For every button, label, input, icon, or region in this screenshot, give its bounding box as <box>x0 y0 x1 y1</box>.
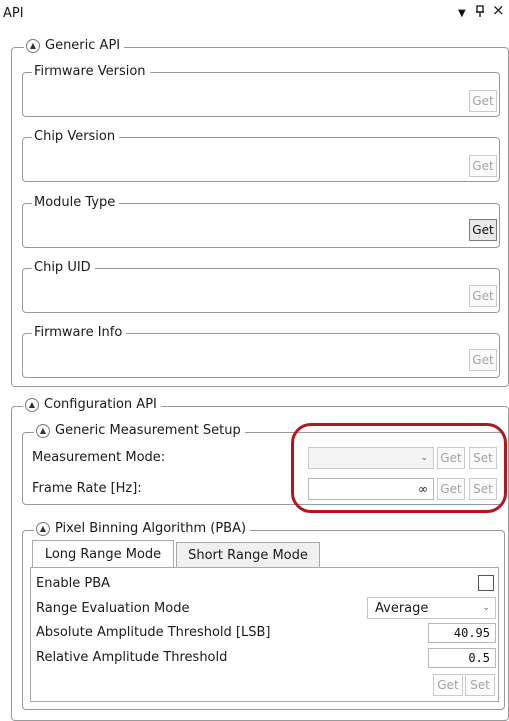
chip-version-get-button[interactable]: Get <box>469 155 497 177</box>
collapse-chevron-icon[interactable]: ▲ <box>36 423 50 438</box>
enable-pba-label: Enable PBA <box>36 576 111 591</box>
firmware-info-label: Firmware Info <box>32 325 127 340</box>
absolute-amplitude-threshold-input[interactable]: 40.95 <box>428 623 496 643</box>
highlight-annotation <box>291 423 507 513</box>
collapse-chevron-icon[interactable]: ▲ <box>36 521 50 536</box>
measurement-setup-header[interactable]: ▲ Generic Measurement Setup <box>34 423 245 438</box>
relative-amplitude-threshold-label: Relative Amplitude Threshold <box>36 650 228 665</box>
close-icon[interactable]: × <box>492 3 505 18</box>
generic-api-header[interactable]: ▲ Generic API <box>24 38 125 53</box>
collapse-chevron-icon[interactable]: ▲ <box>26 38 40 53</box>
pba-title: Pixel Binning Algorithm (PBA) <box>55 521 247 536</box>
tab-long-range-mode[interactable]: Long Range Mode <box>32 540 174 568</box>
collapse-chevron-icon[interactable]: ▲ <box>25 397 39 412</box>
measurement-mode-label: Measurement Mode: <box>32 450 166 465</box>
firmware-version-label: Firmware Version <box>32 64 150 79</box>
firmware-version-get-button[interactable]: Get <box>469 90 497 112</box>
relative-amplitude-threshold-value: 0.5 <box>468 651 490 665</box>
pane-title: API <box>3 6 24 21</box>
tab-short-range-mode[interactable]: Short Range Mode <box>176 542 320 568</box>
range-evaluation-mode-select[interactable]: Average ⌄ <box>367 597 496 619</box>
configuration-api-header[interactable]: ▲ Configuration API <box>23 397 161 412</box>
chip-uid-get-button[interactable]: Get <box>469 285 497 307</box>
range-evaluation-mode-value: Average <box>375 600 429 616</box>
pba-get-button[interactable]: Get <box>433 674 463 696</box>
relative-amplitude-threshold-input[interactable]: 0.5 <box>428 648 496 668</box>
pba-set-button[interactable]: Set <box>465 674 495 696</box>
module-type-get-button[interactable]: Get <box>469 219 497 241</box>
pane-titlebar: API ▼ × <box>0 0 509 24</box>
module-type-label: Module Type <box>32 195 120 210</box>
chevron-down-icon: ⌄ <box>482 603 490 613</box>
dropdown-icon[interactable]: ▼ <box>458 7 466 21</box>
measurement-setup-title: Generic Measurement Setup <box>55 423 241 438</box>
absolute-amplitude-threshold-label: Absolute Amplitude Threshold [LSB] <box>36 625 271 640</box>
range-evaluation-mode-label: Range Evaluation Mode <box>36 601 190 616</box>
enable-pba-checkbox[interactable] <box>478 575 494 591</box>
chip-version-label: Chip Version <box>32 129 120 144</box>
absolute-amplitude-threshold-value: 40.95 <box>453 626 490 640</box>
chip-uid-label: Chip UID <box>32 260 95 275</box>
configuration-api-title: Configuration API <box>44 397 157 412</box>
pba-header[interactable]: ▲ Pixel Binning Algorithm (PBA) <box>34 521 251 536</box>
pin-icon[interactable] <box>475 5 485 21</box>
generic-api-title: Generic API <box>45 38 121 53</box>
firmware-info-get-button[interactable]: Get <box>469 349 497 371</box>
frame-rate-label: Frame Rate [Hz]: <box>32 481 142 496</box>
